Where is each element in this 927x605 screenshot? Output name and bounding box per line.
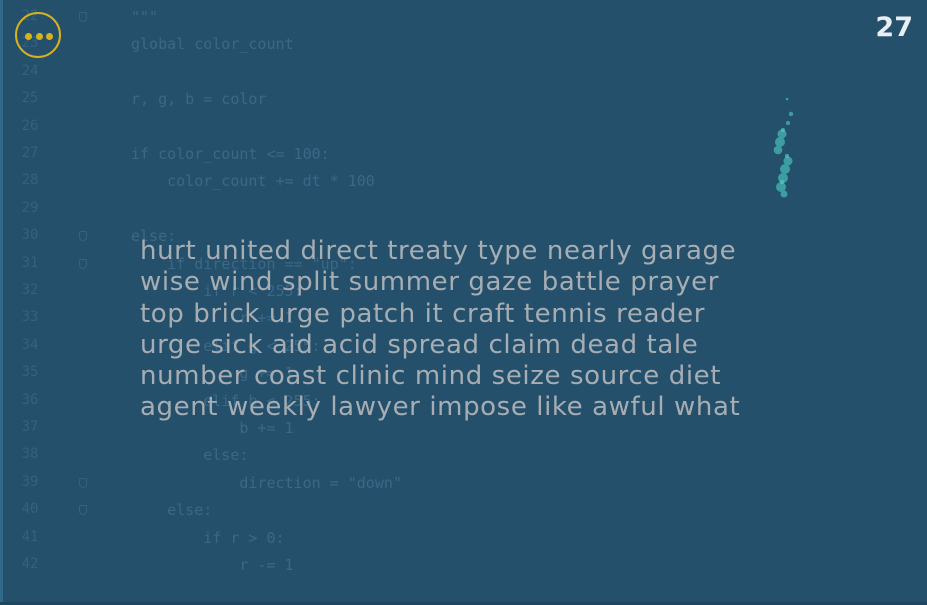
fold-marker-icon (79, 258, 87, 269)
score-counter: 27 (875, 12, 913, 43)
line-number: 38 (21, 446, 39, 463)
code-line: """ (131, 8, 159, 26)
line-number: 28 (21, 172, 39, 189)
word-line: hurt united direct treaty type nearly ga… (140, 236, 737, 266)
word-line: urge sick aid acid spread claim dead tal… (140, 329, 699, 360)
line-number: 32 (21, 282, 39, 298)
line-number: 25 (21, 90, 39, 107)
particle-highlight (785, 154, 789, 158)
line-number: 30 (21, 227, 39, 244)
particle (773, 145, 783, 155)
particle-trail (773, 97, 794, 198)
particle (788, 111, 794, 117)
particle (780, 190, 788, 198)
particle (786, 121, 790, 125)
line-number: 42 (21, 556, 39, 572)
particle (780, 164, 790, 174)
word-line: wise wind split summer gaze battle praye… (140, 267, 720, 298)
more-dots-icon-dot (46, 33, 53, 40)
menu-button[interactable] (15, 12, 61, 58)
word-board: hurt united direct treaty type nearly ga… (140, 236, 880, 424)
particle (785, 97, 789, 101)
word-line: agent weekly lawyer impose like awful wh… (140, 392, 741, 423)
line-number: 29 (21, 199, 39, 216)
fold-marker-icon (79, 12, 87, 22)
fold-marker-icon (79, 505, 87, 516)
particle (775, 137, 785, 147)
word-line: top brick urge patch it craft tennis rea… (140, 298, 706, 329)
line-number: 33 (21, 309, 39, 326)
line-number: 31 (21, 254, 39, 271)
code-line: global color_count (131, 35, 294, 54)
particle-highlight (780, 180, 784, 184)
code-line: if r > 0: (131, 528, 285, 547)
line-number: 41 (21, 528, 39, 545)
particle-highlight (781, 128, 785, 132)
game-screen: 22 23 24 25 26 27 28 29 30 31 32 33 34 35 36 37 38 39 40 41… (0, 0, 927, 605)
more-dots-icon (25, 33, 32, 40)
line-number: 36 (21, 391, 39, 408)
more-dots-icon-dot (35, 33, 43, 40)
code-line: else: (131, 446, 249, 465)
line-number: 39 (21, 473, 39, 490)
line-number: 27 (21, 145, 39, 161)
line-number: 35 (21, 364, 39, 381)
fold-marker-icon (79, 231, 87, 242)
code-line: else: (131, 501, 213, 520)
code-line: color_count += dt * 100 (131, 172, 375, 191)
line-number: 37 (21, 419, 39, 435)
code-line: r -= 1 (131, 556, 294, 574)
line-number-gutter: 22 23 24 25 26 27 28 29 30 31 32 33 34 35 36 37 38 39 40 41… (0, 0, 87, 605)
line-number: 24 (21, 62, 39, 79)
code-line: if color_count <= 100: (131, 145, 330, 163)
line-number: 34 (21, 336, 39, 353)
code-line: direction = "down" (131, 473, 402, 492)
line-number: 40 (21, 501, 39, 518)
code-line: r, g, b = color (131, 90, 267, 109)
fold-marker-icon (79, 477, 87, 488)
word-line: number coast clinic mind seize source di… (140, 361, 722, 392)
line-number: 26 (21, 117, 39, 134)
